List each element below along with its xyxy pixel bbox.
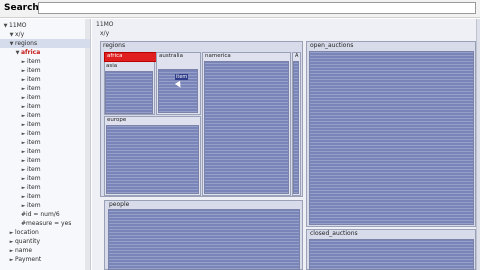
africa-label: africa [107, 53, 123, 59]
tree-row-label: item [27, 148, 41, 155]
tree-row[interactable]: ► location [0, 228, 90, 237]
collapse-arrow-icon[interactable]: ► [8, 256, 15, 265]
namerica-label: namerica [205, 53, 231, 59]
search-bar: Search [0, 0, 480, 18]
tree-row-label: item [27, 157, 41, 164]
tree-row[interactable]: ► name [0, 246, 90, 255]
tree-panel: ▼ 11MO ▼ x/y ▼ regions ▼ africa ► item ► item ► item ►… [0, 19, 91, 270]
tree-row-label: item [27, 193, 41, 200]
tree-row[interactable]: ► item [0, 183, 90, 192]
tree-row[interactable]: ▼ x/y [0, 30, 90, 39]
tree-row[interactable]: ► item [0, 102, 90, 111]
africa-header[interactable]: africa [104, 52, 157, 62]
breadcrumb: 11MO [96, 21, 114, 28]
people-cell[interactable] [108, 209, 300, 270]
tree-row-label: africa [21, 49, 41, 56]
tree-row-label: x/y [15, 31, 25, 38]
treemap-panel: 11MO x/y regions africa asia australia i… [92, 19, 480, 270]
tree-row[interactable]: ► item [0, 156, 90, 165]
tree-row[interactable]: ▼ africa [0, 48, 90, 57]
samerica-cell[interactable] [293, 61, 299, 194]
tree-row[interactable]: ► item [0, 165, 90, 174]
search-label: Search [4, 3, 39, 13]
tree-row[interactable]: ► item [0, 66, 90, 75]
item-badge[interactable]: item [175, 74, 189, 80]
tree-row-label: item [27, 184, 41, 191]
tree-row-label: item [27, 85, 41, 92]
tree-row-label: item [27, 175, 41, 182]
tree-row-label: item [27, 94, 41, 101]
tree-row[interactable]: ► item [0, 93, 90, 102]
australia-label: australia [159, 53, 183, 59]
samerica-label: A [295, 53, 299, 59]
tree-row[interactable]: ► item [0, 57, 90, 66]
tree-row-label: item [27, 58, 41, 65]
tree-row[interactable]: ► item [0, 201, 90, 210]
tree-row[interactable]: ► item [0, 120, 90, 129]
tree-row-label: name [15, 247, 33, 254]
tree-row-label: location [15, 229, 39, 236]
sub-breadcrumb: x/y [100, 30, 110, 37]
tree-row-label: item [27, 139, 41, 146]
main-scrollbar[interactable] [476, 19, 480, 270]
tree-row[interactable]: ► item [0, 174, 90, 183]
tree-row[interactable]: ► item [0, 192, 90, 201]
tree-row-label: regions [15, 40, 38, 47]
tree-row-label: item [27, 76, 41, 83]
open-auctions-cell[interactable] [309, 51, 474, 225]
closed-auctions-title: closed_auctions [310, 230, 358, 237]
tree-row-label: 11MO [9, 22, 27, 29]
tree-row[interactable]: ► quantity [0, 237, 90, 246]
tree-row[interactable]: ► item [0, 84, 90, 93]
tree-row[interactable]: #measure = yes [0, 219, 90, 228]
tree-row[interactable]: ▼ 11MO [0, 21, 90, 30]
tree-row-label: #id = num/6 [21, 211, 60, 218]
tree-row[interactable]: #id = num/6 [0, 210, 90, 219]
europe-label: europe [107, 117, 127, 123]
tree-row-label: item [27, 103, 41, 110]
open-auctions-title: open_auctions [310, 42, 354, 49]
people-title: people [109, 201, 130, 208]
search-input[interactable] [38, 2, 476, 14]
asia-cell[interactable] [105, 71, 153, 114]
tree-row-label: item [27, 121, 41, 128]
tree-row[interactable]: ► item [0, 147, 90, 156]
tree-row-label: item [27, 166, 41, 173]
europe-cell[interactable] [106, 125, 199, 194]
asia-label: asia [106, 63, 118, 69]
tree-row-label: quantity [15, 238, 41, 245]
tree-row[interactable]: ► item [0, 138, 90, 147]
regions-title: regions [103, 42, 126, 49]
tree-row-label: #measure = yes [21, 220, 72, 227]
tree-row[interactable]: ► item [0, 129, 90, 138]
tree-row-label: Payment [15, 256, 42, 263]
closed-auctions-cell[interactable] [309, 239, 474, 270]
tree-row[interactable]: ► item [0, 75, 90, 84]
tree-row-label: item [27, 112, 41, 119]
tree-row-label: item [27, 67, 41, 74]
tree-row[interactable]: ► item [0, 111, 90, 120]
tree-row-label: item [27, 130, 41, 137]
namerica-cell[interactable] [204, 61, 289, 194]
tree-row-label: item [27, 202, 41, 209]
tree-row[interactable]: ► Payment [0, 255, 90, 264]
tree-row[interactable]: ▼ regions [0, 39, 90, 48]
